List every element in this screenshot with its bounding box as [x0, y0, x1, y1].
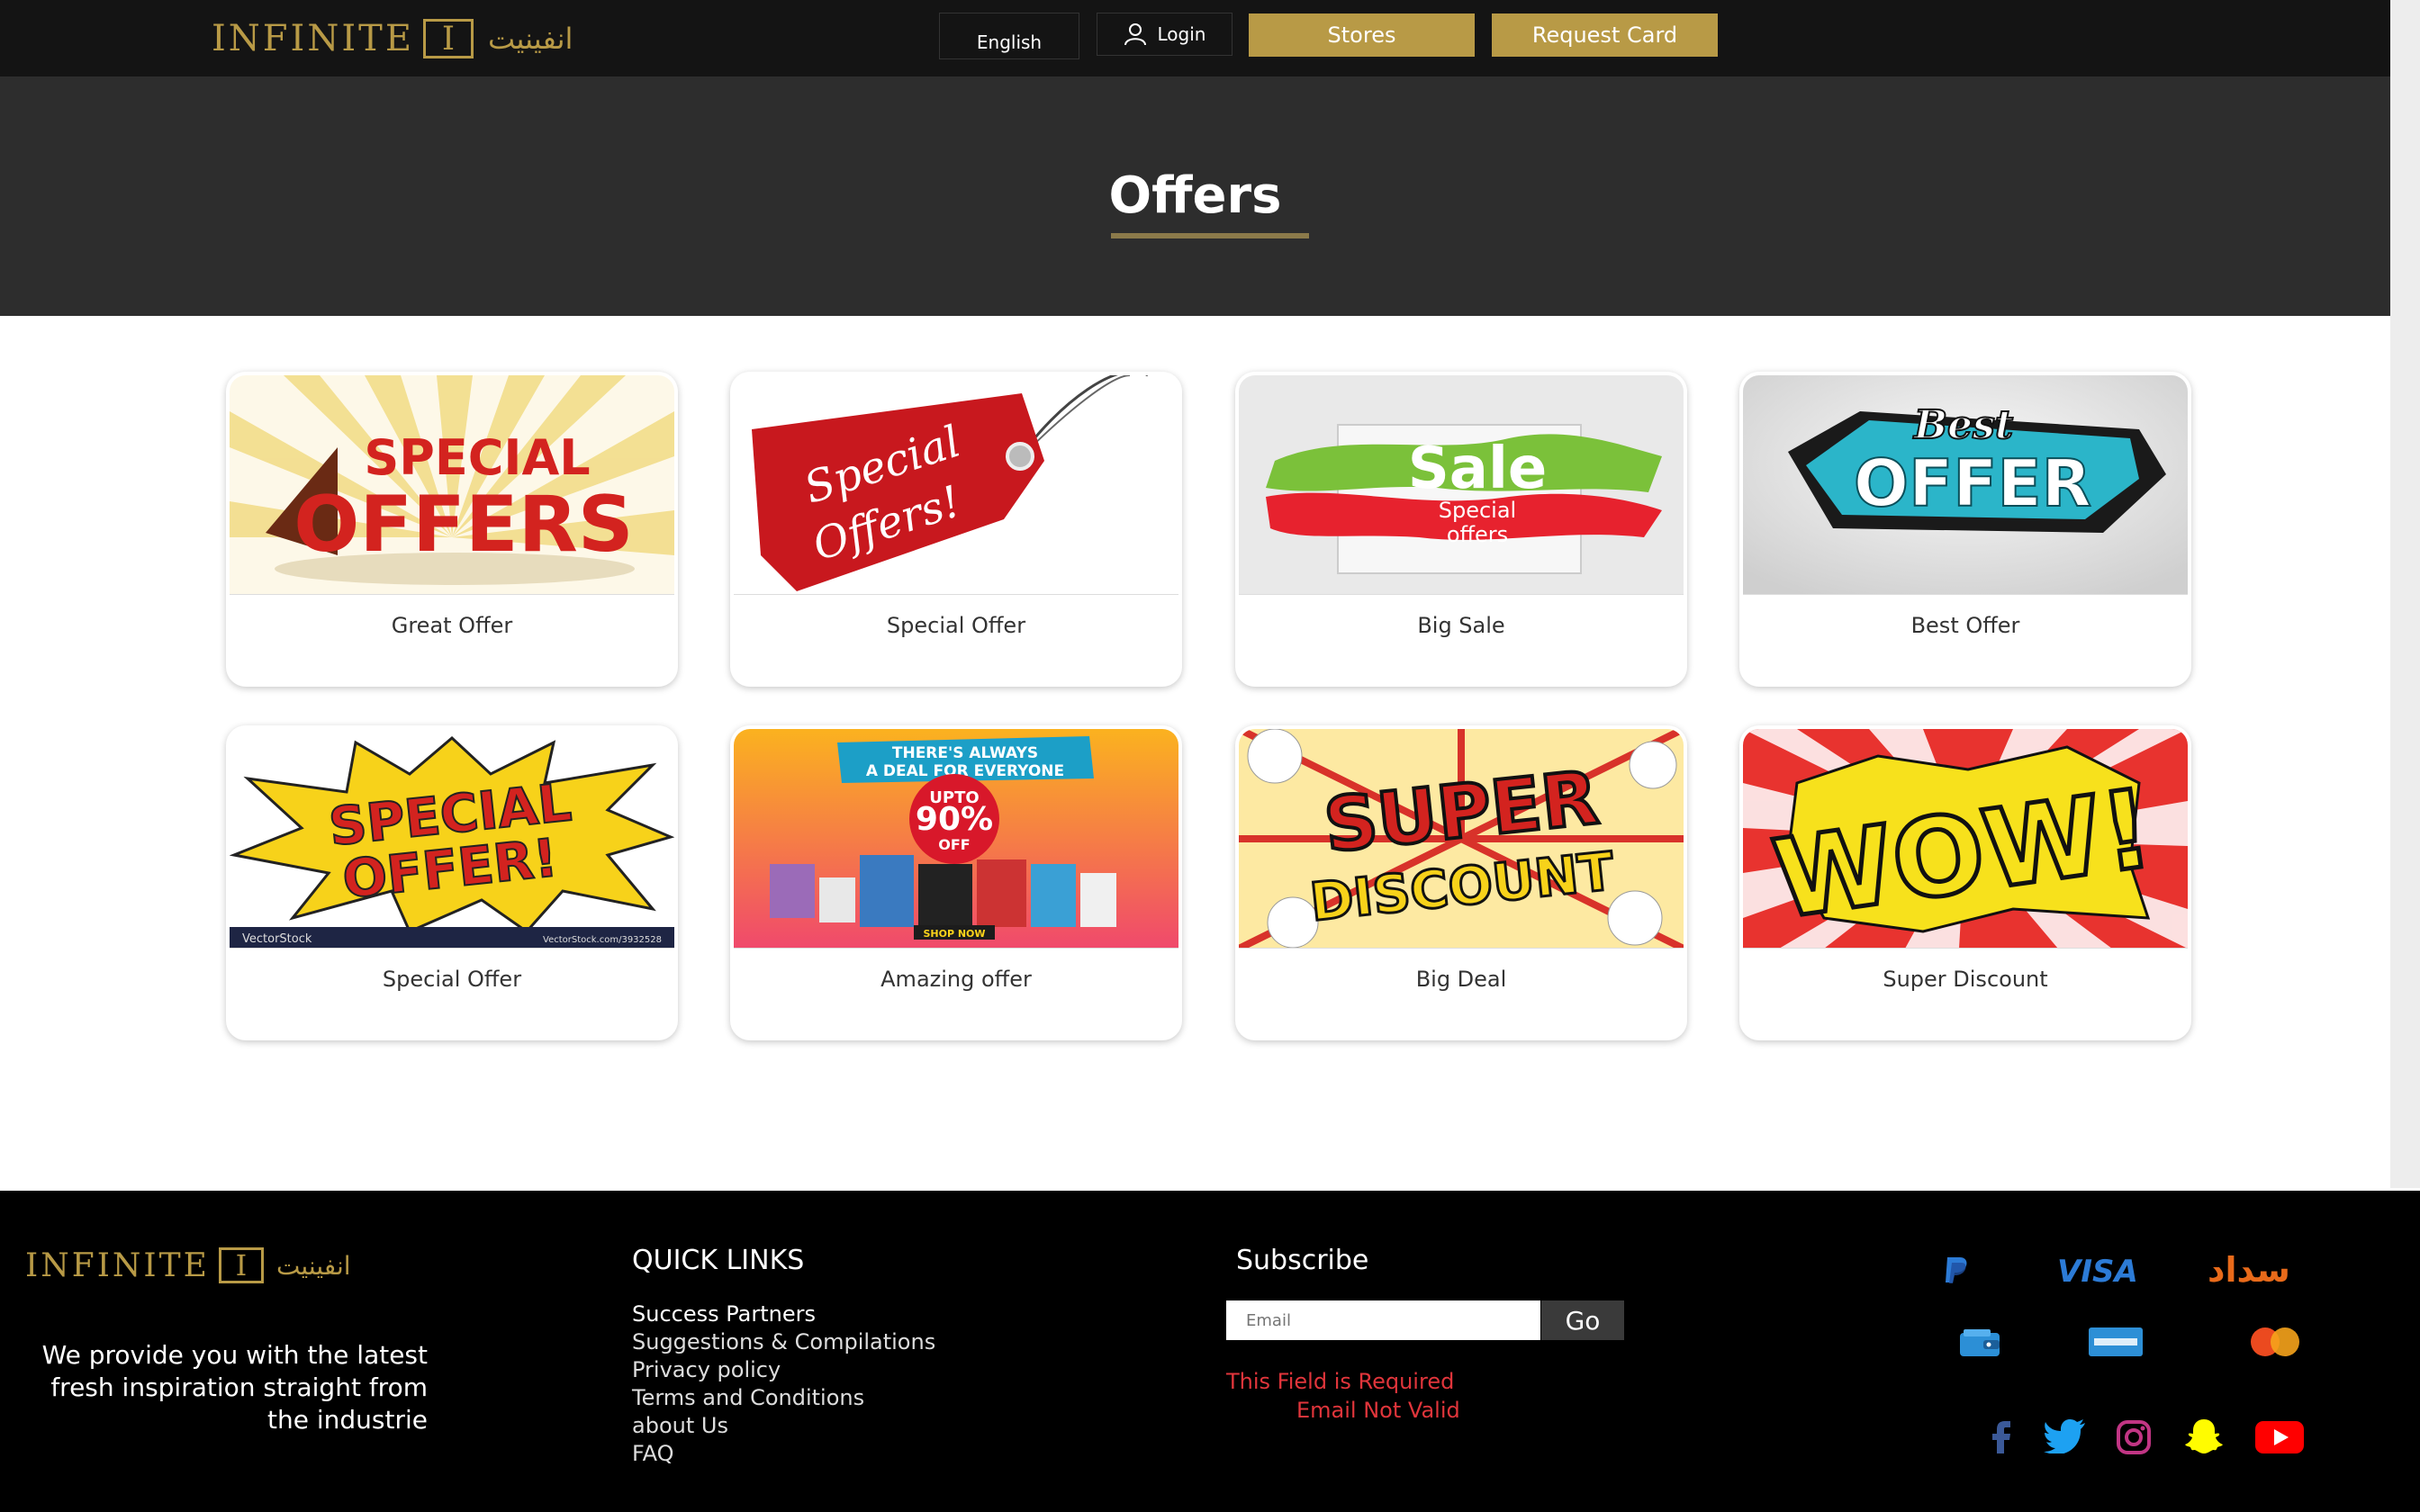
- logo-arabic-text: انفينيت: [488, 22, 573, 56]
- amex-icon: [2089, 1328, 2143, 1356]
- subscribe-heading: Subscribe: [1236, 1245, 1369, 1276]
- svg-text:OFF: OFF: [938, 836, 970, 853]
- quick-links-list: Success Partners Suggestions & Compilati…: [632, 1300, 935, 1468]
- svg-text:OFFER: OFFER: [1854, 446, 2091, 521]
- top-header: INFINITE I انفينيت English Login Stores …: [0, 0, 2390, 76]
- page-title: Offers: [1108, 166, 1282, 225]
- offer-image[interactable]: THERE'S ALWAYS A DEAL FOR EVERYONE UPTO …: [734, 729, 1178, 949]
- stores-button[interactable]: Stores: [1249, 14, 1475, 57]
- offer-title: Amazing offer: [880, 967, 1032, 992]
- svg-text:VectorStock.com/3932528: VectorStock.com/3932528: [543, 935, 662, 945]
- offer-image[interactable]: Sale Special offers: [1239, 375, 1684, 595]
- site-footer: INFINITE I انفينيت We provide you with t…: [0, 1191, 2420, 1512]
- offer-card[interactable]: Special Offers! Special Offer: [730, 372, 1182, 687]
- twitter-icon[interactable]: [2044, 1418, 2087, 1454]
- quick-link-terms[interactable]: Terms and Conditions: [632, 1384, 935, 1412]
- offer-image[interactable]: Special Offers!: [734, 375, 1178, 595]
- svg-text:Best: Best: [1912, 402, 2013, 448]
- visa-icon: VISA: [2057, 1254, 2138, 1290]
- email-required-error: This Field is Required: [1226, 1369, 1455, 1394]
- svg-text:OFFERS: OFFERS: [293, 480, 634, 570]
- footer-logo[interactable]: INFINITE I انفينيت: [25, 1245, 351, 1286]
- offer-title: Big Deal: [1415, 967, 1507, 992]
- site-logo[interactable]: INFINITE I انفينيت: [212, 16, 573, 61]
- user-icon: [1124, 23, 1146, 46]
- footer-tagline: We provide you with the latest fresh ins…: [41, 1340, 428, 1435]
- footer-logo-text: INFINITE: [25, 1246, 210, 1284]
- wallet-icon: [1960, 1329, 2000, 1356]
- quick-link-suggestions[interactable]: Suggestions & Compilations: [632, 1328, 935, 1356]
- request-card-button[interactable]: Request Card: [1492, 14, 1718, 57]
- sadad-icon: سداد: [2208, 1250, 2290, 1290]
- quick-link-faq[interactable]: FAQ: [632, 1440, 935, 1468]
- offer-title: Special Offer: [382, 967, 522, 992]
- svg-text:Sale: Sale: [1408, 436, 1548, 502]
- offer-card[interactable]: WOW! Super Discount: [1739, 725, 2191, 1040]
- subscribe-email-input[interactable]: [1226, 1300, 1540, 1340]
- footer-logo-mark: I: [218, 1247, 264, 1283]
- paypal-icon: [1946, 1257, 1967, 1283]
- title-underline: [1111, 233, 1309, 238]
- svg-text:90%: 90%: [916, 801, 993, 838]
- quick-links-heading: QUICK LINKS: [632, 1245, 805, 1276]
- quick-link-success-partners[interactable]: Success Partners: [632, 1300, 935, 1328]
- quick-link-about-us[interactable]: about Us: [632, 1412, 935, 1440]
- page-hero: Offers: [0, 76, 2390, 316]
- offer-image[interactable]: SUPER DISCOUNT: [1239, 729, 1684, 949]
- offer-title: Big Sale: [1417, 613, 1505, 638]
- language-button[interactable]: English: [939, 13, 1079, 59]
- svg-text:SHOP NOW: SHOP NOW: [923, 928, 985, 940]
- offer-card[interactable]: Best OFFER Best Offer: [1739, 372, 2191, 687]
- offer-card[interactable]: THERE'S ALWAYS A DEAL FOR EVERYONE UPTO …: [730, 725, 1182, 1040]
- offer-card[interactable]: SPECIAL OFFERS Great Offer: [226, 372, 678, 687]
- instagram-icon[interactable]: [2116, 1419, 2152, 1455]
- offer-card[interactable]: Sale Special offers Big Sale: [1235, 372, 1687, 687]
- quick-link-privacy-policy[interactable]: Privacy policy: [632, 1356, 935, 1384]
- login-label: Login: [1157, 23, 1206, 45]
- offer-title: Great Offer: [391, 613, 513, 638]
- snapchat-icon[interactable]: [2184, 1418, 2224, 1455]
- svg-text:Special: Special: [1439, 498, 1516, 523]
- page-scrollbar[interactable]: [2390, 0, 2420, 1188]
- login-button[interactable]: Login: [1097, 13, 1233, 56]
- mastercard-icon: [2251, 1328, 2299, 1356]
- offer-card[interactable]: SPECIAL OFFER! VectorStock VectorStock.c…: [226, 725, 678, 1040]
- offer-card[interactable]: SUPER DISCOUNT Big Deal: [1235, 725, 1687, 1040]
- offer-image[interactable]: Best OFFER: [1743, 375, 2188, 595]
- youtube-icon[interactable]: [2255, 1421, 2304, 1454]
- offer-image[interactable]: SPECIAL OFFERS: [230, 375, 674, 595]
- footer-logo-arabic-text: انفينيت: [275, 1250, 351, 1281]
- offer-title: Super Discount: [1883, 967, 2048, 992]
- subscribe-go-button[interactable]: Go: [1541, 1300, 1624, 1340]
- offer-image[interactable]: WOW!: [1743, 729, 2188, 949]
- svg-text:THERE'S ALWAYS: THERE'S ALWAYS: [892, 744, 1038, 762]
- facebook-icon[interactable]: [1988, 1418, 2015, 1454]
- svg-text:offers: offers: [1447, 522, 1508, 547]
- offer-title: Special Offer: [886, 613, 1026, 638]
- logo-text: INFINITE: [212, 18, 415, 59]
- svg-text:VectorStock: VectorStock: [242, 932, 312, 946]
- email-invalid-error: Email Not Valid: [1296, 1398, 1460, 1423]
- logo-mark: I: [423, 19, 474, 58]
- offer-image[interactable]: SPECIAL OFFER! VectorStock VectorStock.c…: [230, 729, 674, 949]
- offer-title: Best Offer: [1910, 613, 2020, 638]
- offer-image-text: SPECIAL: [364, 429, 590, 486]
